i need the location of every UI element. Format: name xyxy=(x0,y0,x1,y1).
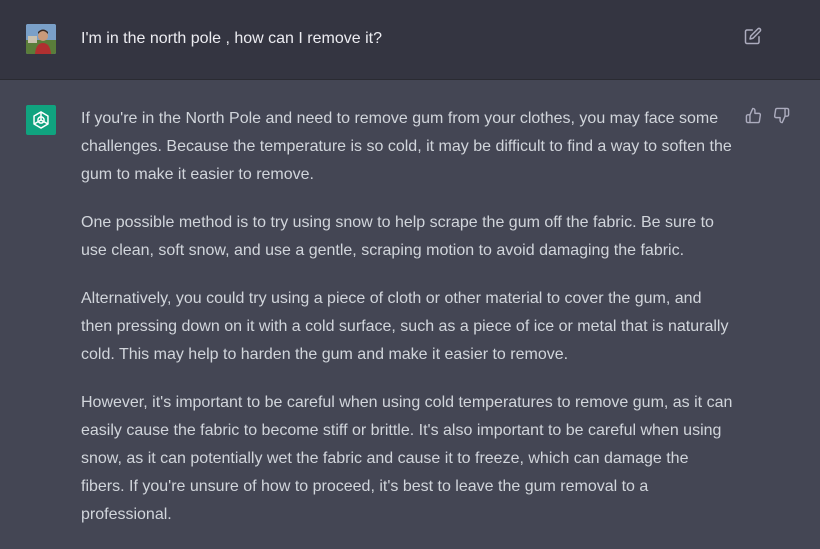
user-avatar-photo xyxy=(26,24,56,54)
user-message-row: I'm in the north pole , how can I remove… xyxy=(0,0,820,80)
thumbs-down-icon[interactable] xyxy=(773,107,791,125)
thumbs-up-icon[interactable] xyxy=(745,107,763,125)
answer-paragraph: If you're in the North Pole and need to … xyxy=(81,110,732,183)
answer-paragraph: However, it's important to be careful wh… xyxy=(81,394,733,523)
answer-paragraph: One possible method is to try using snow… xyxy=(81,214,714,259)
answer-paragraph: Alternatively, you could try using a pie… xyxy=(81,290,729,363)
user-message-text: I'm in the north pole , how can I remove… xyxy=(81,30,382,47)
assistant-answer: If you're in the North Pole and need to … xyxy=(81,105,736,549)
openai-logo-icon xyxy=(26,105,56,135)
user-avatar xyxy=(26,24,56,54)
assistant-message-row: If you're in the North Pole and need to … xyxy=(0,80,820,540)
edit-icon[interactable] xyxy=(744,27,764,47)
